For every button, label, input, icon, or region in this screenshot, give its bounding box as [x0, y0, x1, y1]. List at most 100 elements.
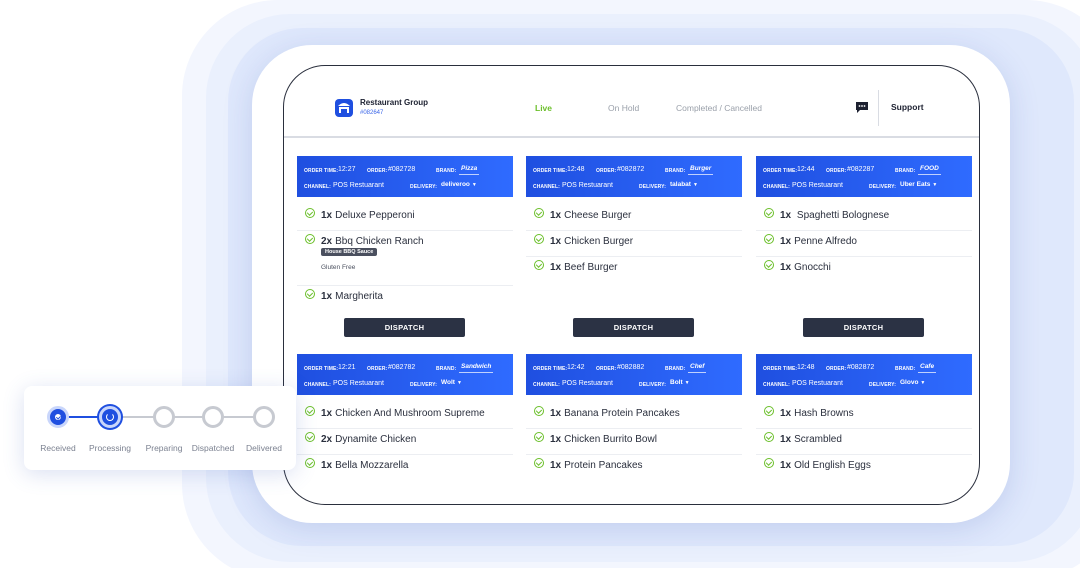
delivery-label: DELIVERY: — [639, 382, 667, 388]
order-time-label: ORDER TIME: — [533, 168, 568, 174]
delivery-partner-dropdown[interactable]: Uber Eats ▼ — [900, 181, 937, 188]
order-card: ORDER TIME: 12:48 ORDER: #082872 BRAND: … — [526, 156, 742, 283]
chevron-down-icon: ▼ — [692, 182, 698, 188]
order-channel: POS Restuarant — [562, 380, 613, 387]
order-item: 1x Deluxe Pepperoni — [297, 205, 513, 231]
delivery-partner: Bolt — [670, 379, 683, 386]
delivery-partner-dropdown[interactable]: deliveroo ▼ — [441, 181, 477, 188]
check-circle-icon — [764, 234, 774, 244]
item-name: Chicken And Mushroom Supreme — [335, 408, 485, 419]
step-label: Processing — [88, 443, 132, 453]
order-number-label: ORDER: — [826, 168, 847, 174]
order-number: #082287 — [847, 166, 875, 173]
delivery-label: DELIVERY: — [869, 184, 897, 190]
tab-on-hold[interactable]: On Hold — [608, 103, 639, 113]
item-modifier-badge: House BBQ Sauce — [321, 248, 378, 256]
brand-logo: Burger — [688, 163, 714, 175]
order-item: 1x Banana Protein Pancakes — [526, 403, 742, 429]
item-name: Spaghetti Bolognese — [794, 210, 890, 221]
order-item: 1x Spaghetti Bolognese — [756, 205, 972, 231]
order-items: 1x Spaghetti Bolognese 1x Penne Alfredo 1… — [756, 197, 972, 283]
chat-icon[interactable] — [855, 101, 869, 114]
item-quantity: 1x — [321, 408, 333, 419]
order-time: 12:48 — [567, 166, 585, 173]
tab-completed-cancelled[interactable]: Completed / Cancelled — [676, 103, 762, 113]
dispatch-button[interactable]: DISPATCH — [803, 318, 924, 337]
chevron-down-icon: ▼ — [684, 380, 690, 386]
tab-live[interactable]: Live — [535, 103, 552, 113]
order-item: 2x Dynamite Chicken — [297, 429, 513, 455]
order-time-label: ORDER TIME: — [304, 366, 339, 372]
order-item: 1x Hash Browns — [756, 403, 972, 429]
order-card: ORDER TIME: 12:48 ORDER: #082872 BRAND: … — [756, 354, 972, 481]
order-time-label: ORDER TIME: — [304, 168, 339, 174]
channel-label: CHANNEL: — [533, 184, 560, 190]
delivery-label: DELIVERY: — [639, 184, 667, 190]
order-channel: POS Restuarant — [792, 182, 843, 189]
item-name: Chicken Burger — [564, 236, 634, 247]
check-circle-icon — [764, 458, 774, 468]
order-card-header: ORDER TIME: 12:48 ORDER: #082872 BRAND: … — [526, 156, 742, 197]
delivery-partner-dropdown[interactable]: Bolt ▼ — [670, 379, 690, 386]
item-quantity: 2x — [321, 434, 333, 445]
order-item: 1x Chicken And Mushroom Supreme — [297, 403, 513, 429]
progress-line-pending — [110, 416, 264, 418]
order-card-header: ORDER TIME: 12:27 ORDER: #082728 BRAND: … — [297, 156, 513, 197]
delivery-partner-dropdown[interactable]: Wolt ▼ — [441, 379, 462, 386]
divider — [878, 90, 879, 126]
item-quantity: 1x — [321, 210, 333, 221]
order-number-label: ORDER: — [367, 168, 388, 174]
item-name: Bbq Chicken Ranch — [335, 236, 424, 247]
item-quantity: 2x — [321, 236, 333, 247]
check-circle-icon — [534, 208, 544, 218]
dispatch-button[interactable]: DISPATCH — [344, 318, 465, 337]
brand-logo: Chef — [688, 361, 707, 373]
item-quantity: 1x — [550, 408, 562, 419]
order-item: 1x Old English Eggs — [756, 455, 972, 481]
order-item: 1x Scrambled — [756, 429, 972, 455]
item-quantity: 1x — [550, 236, 562, 247]
item-note: Gluten Free — [321, 264, 356, 271]
check-circle-icon — [534, 432, 544, 442]
delivery-partner-dropdown[interactable]: Glovo ▼ — [900, 379, 925, 386]
step-received-node — [47, 406, 69, 428]
check-icon — [55, 414, 61, 420]
dispatch-button[interactable]: DISPATCH — [573, 318, 694, 337]
order-item: 1x Gnocchi — [756, 257, 972, 283]
order-time-label: ORDER TIME: — [763, 366, 798, 372]
order-number: #082782 — [388, 364, 416, 371]
order-card-header: ORDER TIME: 12:21 ORDER: #082782 BRAND: … — [297, 354, 513, 395]
step-label: Delivered — [246, 443, 282, 453]
check-circle-icon — [305, 208, 315, 218]
check-circle-icon — [534, 406, 544, 416]
order-card: ORDER TIME: 12:42 ORDER: #082882 BRAND: … — [526, 354, 742, 481]
check-circle-icon — [305, 432, 315, 442]
order-channel: POS Restuarant — [333, 182, 384, 189]
channel-label: CHANNEL: — [763, 184, 790, 190]
check-circle-icon — [764, 260, 774, 270]
check-circle-icon — [764, 406, 774, 416]
order-number: #082872 — [617, 166, 645, 173]
order-item: 1x Protein Pancakes — [526, 455, 742, 481]
stage: Restaurant Group #082647 Live On Hold Co… — [0, 0, 1080, 568]
order-number: #082872 — [847, 364, 875, 371]
brand-label: BRAND: — [665, 366, 686, 372]
brand-label: BRAND: — [895, 366, 916, 372]
check-circle-icon — [534, 458, 544, 468]
delivery-label: DELIVERY: — [410, 184, 438, 190]
item-quantity: 1x — [321, 460, 333, 471]
item-name: Deluxe Pepperoni — [335, 210, 415, 221]
item-name: Hash Browns — [794, 408, 854, 419]
delivery-partner-dropdown[interactable]: talabat ▼ — [670, 181, 698, 188]
delivery-partner: deliveroo — [441, 181, 470, 188]
item-name: Gnocchi — [794, 262, 831, 273]
item-quantity: 1x — [780, 236, 792, 247]
order-item: 1x Chicken Burger — [526, 231, 742, 257]
delivery-partner: talabat — [670, 181, 691, 188]
order-number-label: ORDER: — [826, 366, 847, 372]
support-link[interactable]: Support — [891, 102, 924, 112]
order-item: 1x Cheese Burger — [526, 205, 742, 231]
item-name: Old English Eggs — [794, 460, 871, 471]
tablet-screen: Restaurant Group #082647 Live On Hold Co… — [283, 65, 980, 505]
order-number-label: ORDER: — [596, 168, 617, 174]
